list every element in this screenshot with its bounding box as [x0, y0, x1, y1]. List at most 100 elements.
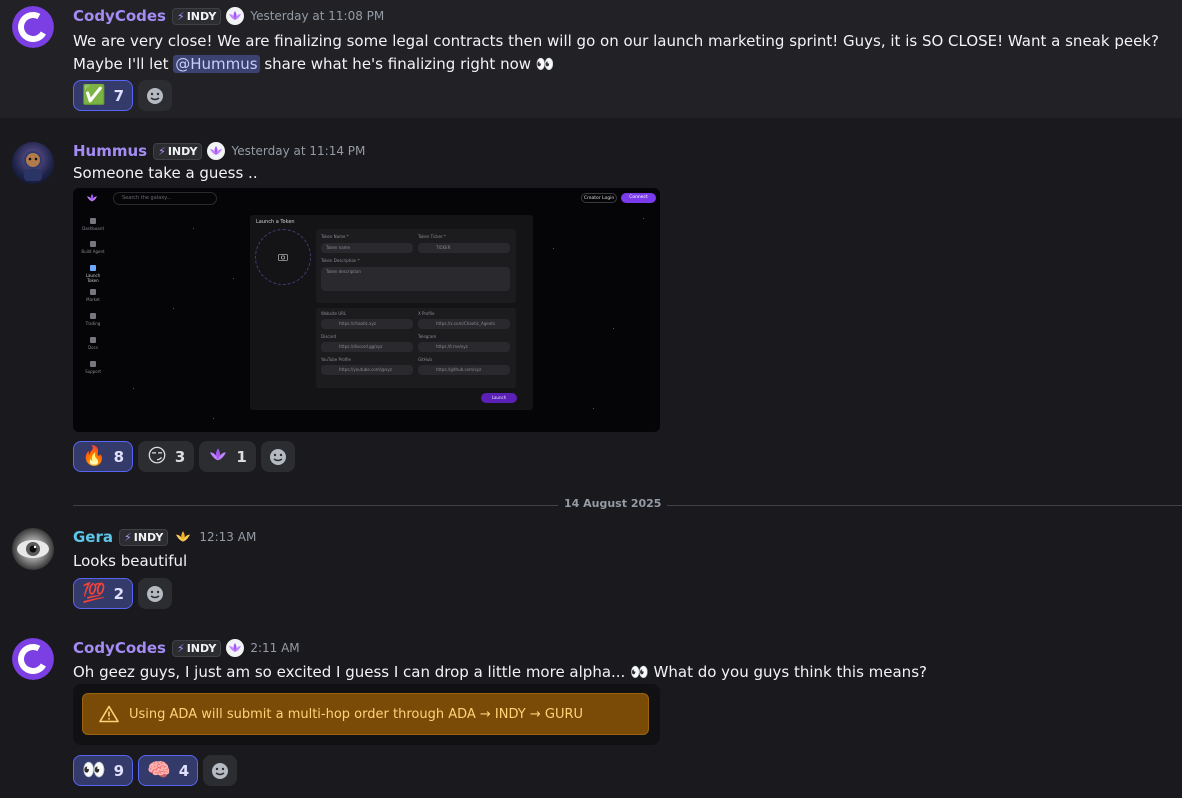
token-form: Token Name * Token name Token Ticker * T…	[316, 229, 516, 303]
screenshot-nav-item: Trading	[81, 313, 105, 326]
screenshot-nav-item: Dashboard	[81, 218, 105, 231]
smiley-icon	[269, 448, 286, 465]
warning-banner: Using ADA will submit a multi-hop order …	[82, 693, 649, 735]
avatar-codycodes[interactable]	[12, 6, 54, 48]
nav-label: Docs	[88, 345, 98, 350]
avatar-hummus[interactable]	[12, 142, 54, 184]
field-input: https://github.com/xyz	[418, 365, 510, 375]
eyes-emoji: 👀	[82, 759, 106, 781]
guild-tag-label: INDY	[186, 641, 217, 655]
username[interactable]: CodyCodes	[73, 7, 166, 25]
field-input: https://x.com/Chaotic_Agents	[418, 319, 510, 329]
add-reaction-button[interactable]	[260, 441, 295, 472]
field-label: Token Name *	[321, 234, 349, 239]
screenshot-launch-panel: Launch a Token Token Name * Token name T…	[250, 215, 533, 410]
lotus-icon	[207, 142, 226, 160]
message-content: Looks beautiful	[73, 552, 188, 570]
lotus-icon	[226, 7, 245, 25]
screenshot-nav-item: Launch Token	[81, 265, 105, 283]
check-emoji: ✅	[82, 84, 106, 106]
bolt-icon: ⚡	[124, 530, 132, 544]
message-gera: Gera ⚡ INDY 12:13 AM Looks beautiful 💯 2	[0, 520, 1182, 620]
reaction-check[interactable]: ✅ 7	[73, 80, 134, 111]
reaction-count: 2	[113, 584, 125, 603]
bolt-icon: ⚡	[176, 9, 185, 23]
reaction-eyes[interactable]: 👀 9	[73, 755, 134, 786]
guild-tag-label: INDY	[186, 9, 217, 23]
timestamp: Yesterday at 11:14 PM	[231, 144, 366, 158]
lotus-icon	[226, 639, 245, 657]
reaction-count: 3	[174, 447, 186, 466]
screenshot-nav-item: Build Agent	[81, 241, 105, 254]
reaction-fire[interactable]: 🔥 8	[73, 441, 134, 472]
nav-label: Launch Token	[85, 273, 101, 283]
field-label: Discord	[321, 334, 337, 339]
field-label: GitHub	[418, 357, 432, 362]
screenshot-nav-item: Market	[81, 289, 105, 302]
reaction-smirk[interactable]: 😏 3	[138, 441, 195, 472]
add-reaction-button[interactable]	[203, 755, 238, 786]
reaction-count: 7	[113, 86, 125, 105]
field-input: TICKER	[418, 243, 510, 253]
message-content: We are very close! We are finalizing som…	[73, 30, 1173, 76]
add-reaction-button[interactable]	[138, 80, 173, 111]
brain-emoji: 🧠	[147, 759, 171, 781]
screenshot-launch-button: Launch	[481, 393, 517, 403]
reaction-brain[interactable]: 🧠 4	[138, 755, 199, 786]
field-label: X Profile	[418, 311, 435, 316]
screenshot-nav-item: Support	[81, 361, 105, 374]
image-attachment[interactable]: Search the galaxy... Creator Login Conne…	[73, 188, 660, 432]
smiley-icon	[212, 762, 229, 779]
timestamp: 12:13 AM	[199, 530, 257, 544]
bolt-icon: ⚡	[176, 641, 185, 655]
reaction-lotus[interactable]: 1	[199, 441, 256, 472]
username[interactable]: Gera	[73, 528, 113, 546]
warning-triangle-icon	[99, 705, 119, 723]
avatar-codycodes[interactable]	[12, 638, 54, 680]
warning-text: Using ADA will submit a multi-hop order …	[129, 706, 584, 722]
image-attachment-warning[interactable]: Using ADA will submit a multi-hop order …	[73, 684, 660, 745]
smirk-emoji: 😏	[147, 445, 167, 467]
image-upload-circle	[255, 229, 311, 285]
timestamp: 2:11 AM	[250, 641, 300, 655]
lotus-icon	[208, 447, 228, 467]
panel-title: Launch a Token	[256, 219, 295, 225]
avatar-gera[interactable]	[12, 528, 54, 570]
social-form: Website URL https://chaotic.xyz X Profil…	[316, 308, 516, 388]
field-input: https://t.me/xyz	[418, 342, 510, 352]
screenshot-connect: Connect	[621, 193, 656, 203]
screenshot-search: Search the galaxy...	[113, 192, 217, 205]
guild-tag-label: INDY	[133, 530, 164, 544]
golden-lotus-icon	[173, 528, 193, 546]
nav-label: Build Agent	[81, 249, 105, 254]
username[interactable]: Hummus	[73, 142, 147, 160]
field-input: https://youtube.com/@xyz	[321, 365, 413, 375]
guild-tag[interactable]: ⚡ INDY	[119, 528, 169, 546]
screenshot-nav-item: Docs	[81, 337, 105, 350]
guild-tag[interactable]: ⚡ INDY	[171, 639, 222, 657]
nav-label: Support	[85, 369, 101, 374]
camera-icon	[278, 254, 288, 261]
username[interactable]: CodyCodes	[73, 639, 166, 657]
bolt-icon: ⚡	[158, 144, 166, 158]
guild-tag-label: INDY	[167, 144, 198, 158]
field-label: Telegram	[418, 334, 437, 339]
guild-tag[interactable]: ⚡ INDY	[171, 7, 222, 25]
reaction-count: 8	[113, 447, 125, 466]
reaction-count: 9	[113, 761, 125, 780]
reaction-hundred[interactable]: 💯 2	[73, 578, 134, 609]
message-content: Oh geez guys, I just am so excited I gue…	[73, 663, 927, 681]
add-reaction-button[interactable]	[138, 578, 173, 609]
message-text-end: share what he's finalizing right now 👀	[259, 55, 555, 73]
nav-label: Market	[86, 297, 100, 302]
mention-hummus[interactable]: @Hummus	[173, 55, 260, 73]
guild-tag[interactable]: ⚡ INDY	[153, 142, 203, 160]
field-input: Token description	[321, 267, 510, 291]
field-label: Token Description *	[321, 258, 360, 263]
field-input: https://chaotic.xyz	[321, 319, 413, 329]
field-label: Token Ticker *	[418, 234, 446, 239]
screenshot-creator-login: Creator Login	[581, 193, 617, 203]
message-content: Someone take a guess ..	[73, 164, 258, 182]
field-input: Token name	[321, 243, 413, 253]
hundred-emoji: 💯	[82, 582, 106, 604]
